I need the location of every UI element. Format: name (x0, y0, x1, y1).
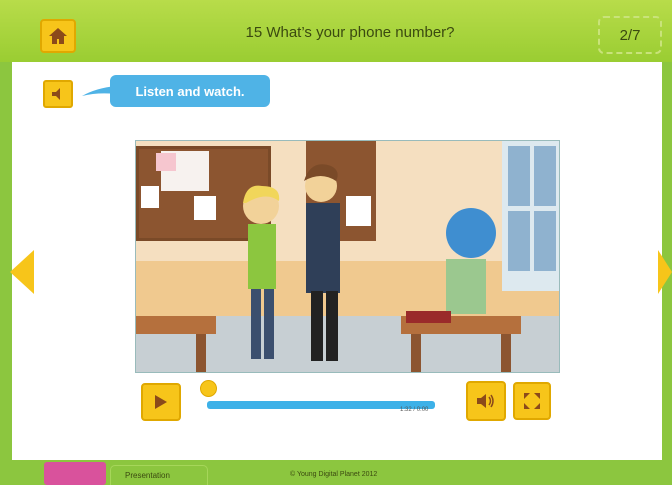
time-separator: / (413, 407, 416, 413)
previous-page-arrow-icon[interactable] (10, 250, 34, 294)
presentation-tab[interactable]: Presentation (110, 465, 208, 485)
home-button[interactable] (40, 19, 76, 53)
fullscreen-button[interactable] (513, 382, 551, 420)
time-readout: 1:32 / 0:00 (400, 407, 428, 413)
audio-instruction-button[interactable] (43, 80, 73, 108)
thumbnail-decoration (44, 462, 106, 485)
volume-icon (477, 394, 494, 408)
fullscreen-icon (524, 393, 540, 409)
video-frame[interactable] (135, 140, 560, 373)
play-button[interactable] (141, 383, 181, 421)
copyright-text: © Young Digital Planet 2012 (290, 471, 378, 478)
instruction-bubble: Listen and watch. (110, 75, 270, 107)
speaker-icon (52, 88, 60, 100)
page-counter: 2/7 (598, 16, 662, 54)
page-title: 15 What’s your phone number? (245, 24, 455, 41)
volume-button[interactable] (466, 381, 506, 421)
total-time: 0:00 (416, 407, 429, 413)
progress-handle[interactable] (200, 380, 217, 397)
play-icon (155, 395, 167, 409)
next-page-arrow-icon[interactable] (658, 250, 672, 294)
home-icon (49, 28, 67, 44)
classroom-scene (136, 141, 559, 372)
current-time: 1:32 (400, 407, 412, 413)
